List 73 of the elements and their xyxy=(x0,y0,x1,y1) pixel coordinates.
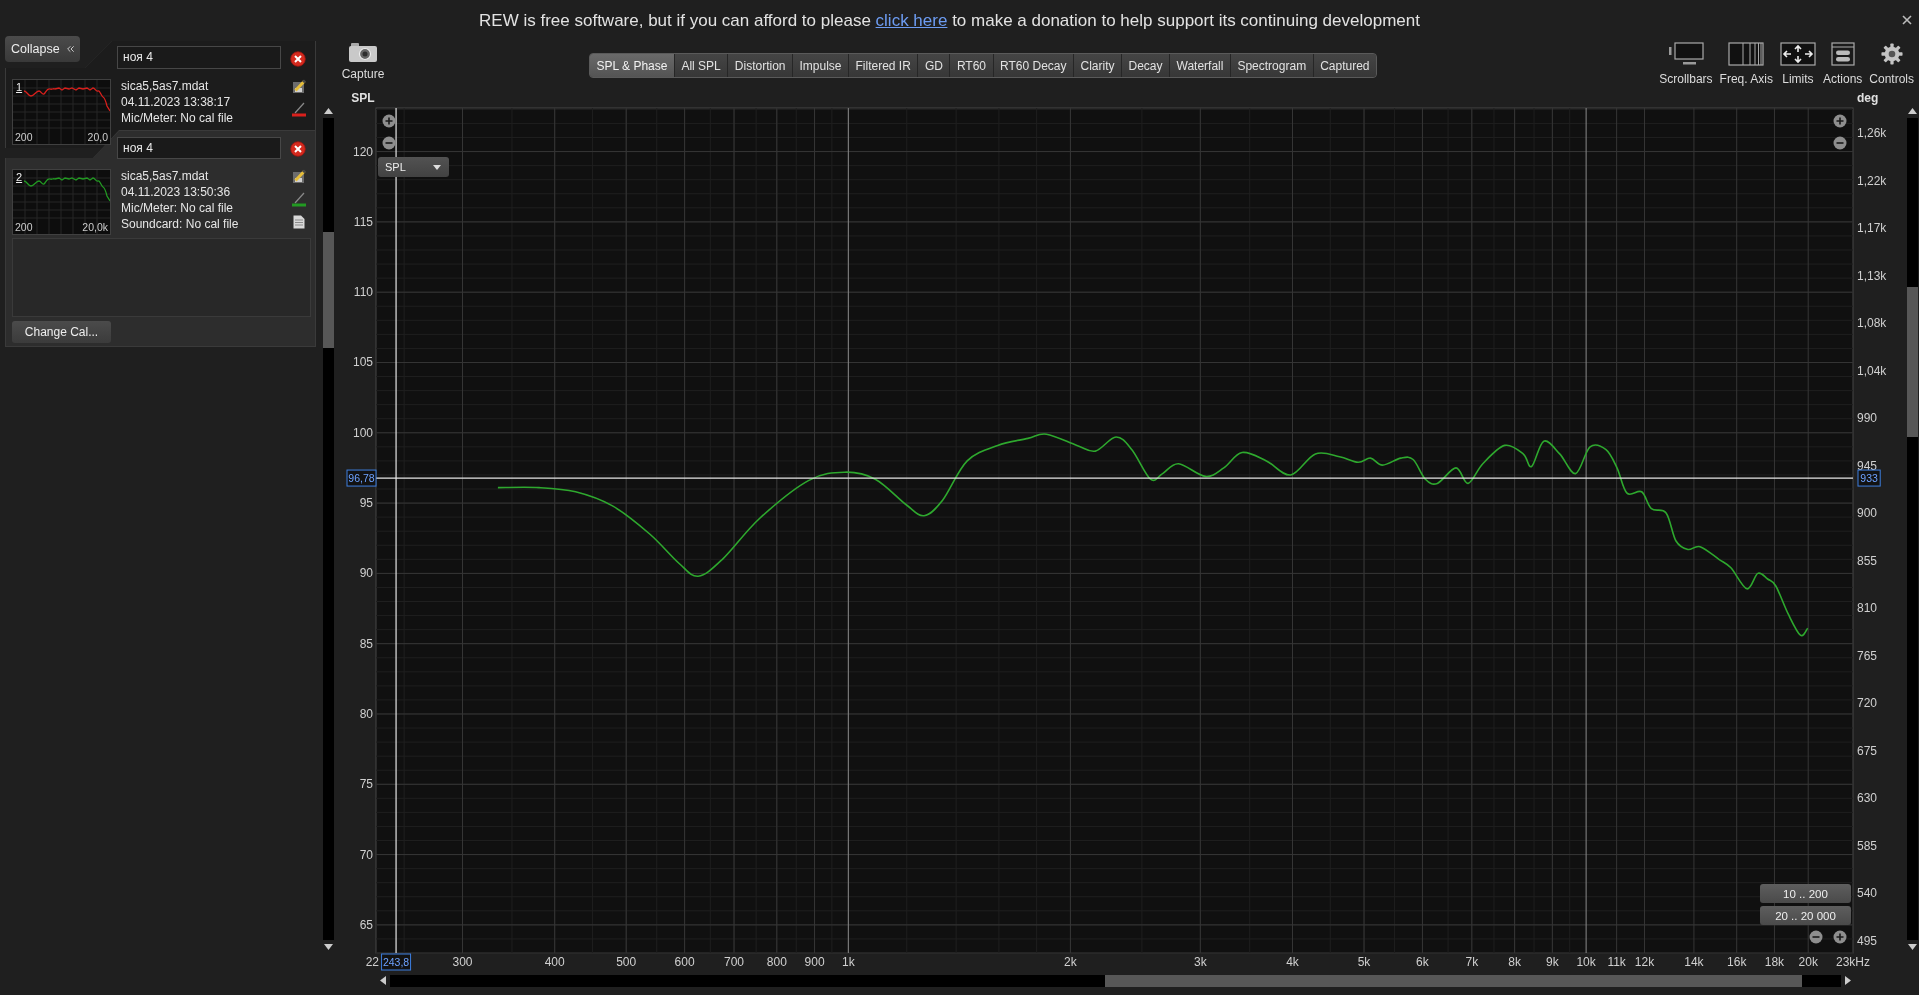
axis-tick-label: 900 xyxy=(1857,506,1878,521)
axis-tick-label: 16k xyxy=(1727,955,1747,969)
axis-tick-label: 300 xyxy=(452,955,473,969)
axis-tick-label: 1,17k xyxy=(1857,221,1887,236)
axis-tick-label: 115 xyxy=(353,214,373,229)
axis-title: SPL xyxy=(351,91,375,105)
axis-tick-label: 80 xyxy=(359,707,373,721)
axis-title: deg xyxy=(1857,91,1879,105)
axis-tick-label: 400 xyxy=(544,955,565,969)
measurement-number: 2 xyxy=(16,171,23,183)
cursor-readout: 96,78 xyxy=(346,469,377,487)
axis-tick-label: 810 xyxy=(1857,601,1878,616)
axis-tick-label: 1,13k xyxy=(1857,268,1887,283)
axis-tick-label: 1k xyxy=(841,955,855,969)
axis-tick-label: 18k xyxy=(1764,955,1785,969)
axis-tick-label: 12k xyxy=(1634,955,1655,969)
axis-tick-label: 630 xyxy=(1857,791,1878,806)
axis-tick-label: 1,04k xyxy=(1857,363,1887,378)
axis-limit-label: 23kHz xyxy=(1836,955,1870,969)
axis-tick-label: 14k xyxy=(1684,955,1704,969)
axis-tick-label: 105 xyxy=(352,355,373,370)
axis-tick-label: 765 xyxy=(1857,648,1878,663)
axis-tick-label: 585 xyxy=(1857,838,1878,853)
axis-tick-label: 700 xyxy=(724,955,745,969)
axis-tick-label: 120 xyxy=(352,144,373,159)
axis-tick-label: 65 xyxy=(359,917,373,932)
donation-banner-text: REW is free software, but if you can afford to please click here to make a donation to help support its continuing development xyxy=(479,9,1421,31)
calibration-info: Soundcard: No cal file xyxy=(121,216,239,232)
axis-tick-label: 3k xyxy=(1194,955,1207,969)
axis-tick-label: 90 xyxy=(359,566,373,581)
axis-label: 20,0 xyxy=(87,131,108,143)
axis-tick-label: 110 xyxy=(353,285,373,300)
axis-tick-label: 11k xyxy=(1607,955,1626,969)
axis-tick-label: 85 xyxy=(359,636,373,651)
axis-tick-label: 900 xyxy=(804,955,825,969)
axis-tick-label: 95 xyxy=(359,496,373,511)
axis-tick-label: 5k xyxy=(1357,955,1371,969)
file-name: sica5,5as7.mdat xyxy=(121,78,210,94)
axis-tick-label: 75 xyxy=(359,777,373,792)
axis-tick-label: 1,26k xyxy=(1857,126,1887,140)
axis-tick-label: 7k xyxy=(1465,955,1479,969)
axis-label: 20,0k xyxy=(82,221,108,233)
axis-tick-label: 675 xyxy=(1857,743,1878,758)
calibration-info: Mic/Meter: No cal file xyxy=(121,110,234,126)
axis-tick-label: 600 xyxy=(674,955,695,969)
measurement-number: 1 xyxy=(16,81,23,93)
axis-tick-label: 2k xyxy=(1064,955,1077,969)
axis-label: 200 xyxy=(15,131,33,143)
axis-label: 200 xyxy=(15,221,33,233)
axis-tick-label: 8k xyxy=(1508,955,1521,969)
axis-limit-label: 22 xyxy=(365,955,379,969)
axis-tick-label: 720 xyxy=(1857,696,1878,711)
axis-tick-label: 6k xyxy=(1416,955,1429,969)
axis-tick-label: 9k xyxy=(1546,955,1559,969)
axis-tick-label: 4k xyxy=(1286,955,1299,969)
axis-tick-label: 100 xyxy=(352,425,373,440)
calibration-info: Mic/Meter: No cal file xyxy=(121,200,235,216)
axis-tick-label: 540 xyxy=(1857,886,1878,901)
timestamp: 04.11.2023 13:38:17 xyxy=(121,94,232,110)
axis-tick-label: 70 xyxy=(359,847,373,862)
cursor-readout: 243,8 xyxy=(381,953,412,971)
axis-tick-label: 855 xyxy=(1857,553,1878,568)
axis-tick-label: 990 xyxy=(1857,411,1878,426)
axis-tick-label: 10k xyxy=(1576,955,1596,969)
axis-tick-label: 1,08k xyxy=(1857,316,1887,331)
axis-tick-label: 1,22k xyxy=(1857,173,1887,188)
axis-tick-label: 800 xyxy=(766,955,787,969)
axis-tick-label: 20k xyxy=(1798,955,1818,969)
cursor-readout: 933 xyxy=(1857,469,1881,487)
axis-tick-label: 500 xyxy=(616,955,637,969)
axis-tick-label: 495 xyxy=(1857,934,1878,948)
timestamp: 04.11.2023 13:50:36 xyxy=(121,184,232,200)
file-name: sica5,5as7.mdat xyxy=(121,168,210,184)
